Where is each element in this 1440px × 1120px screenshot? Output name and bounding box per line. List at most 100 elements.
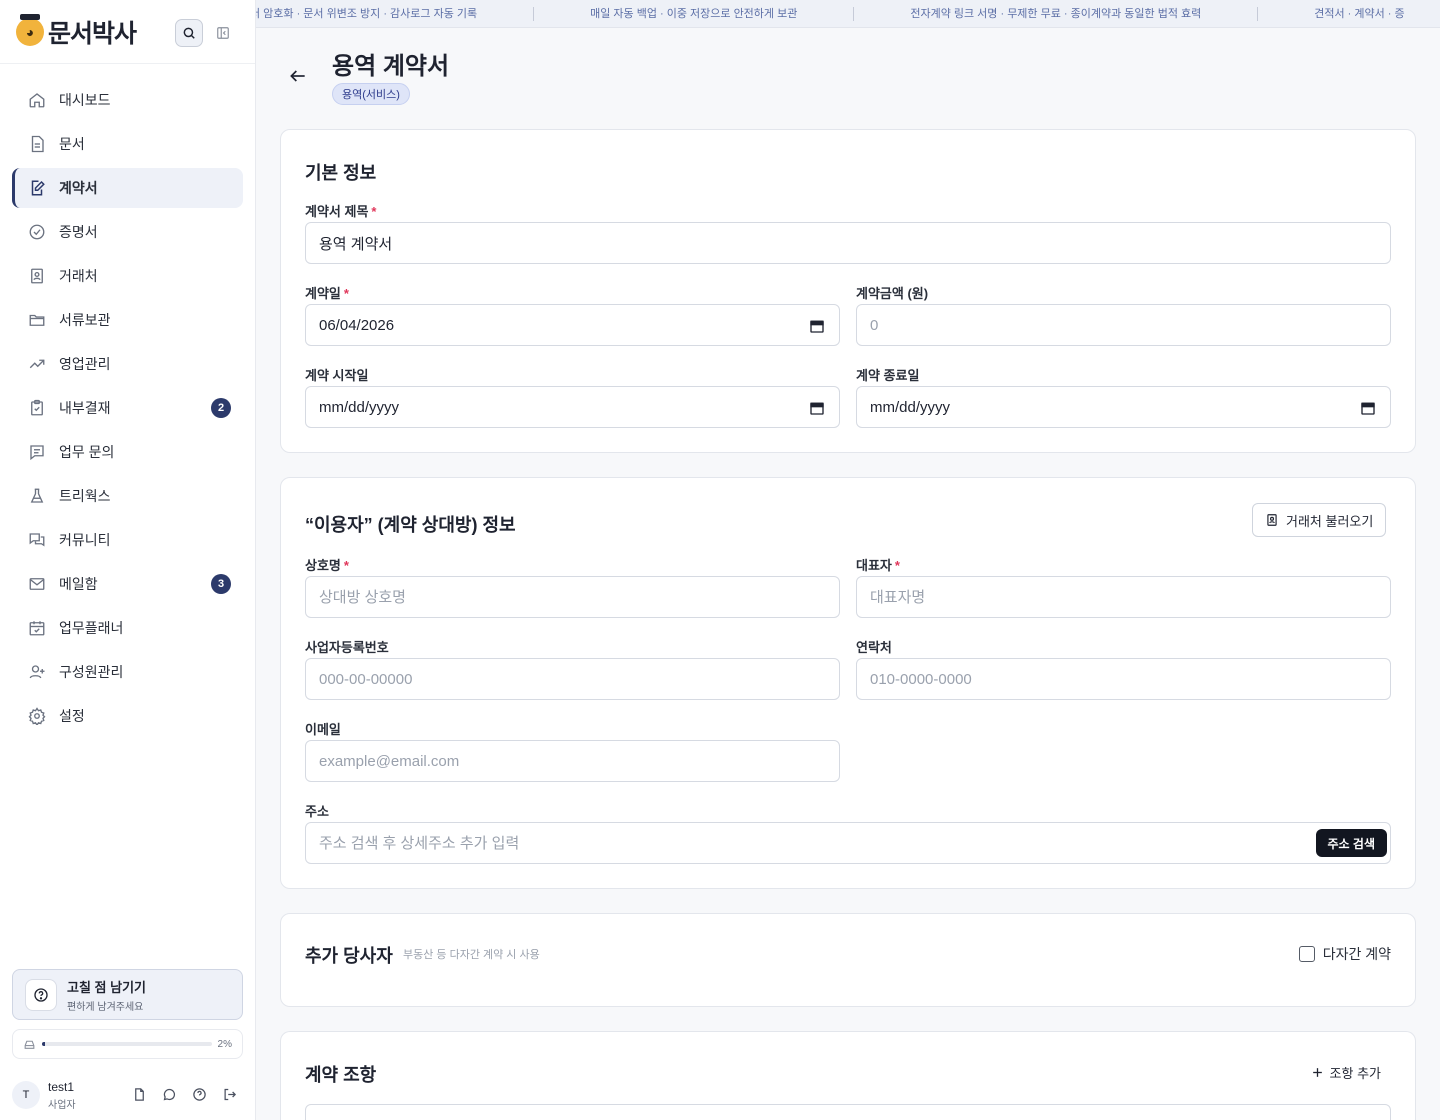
trending-up-icon bbox=[27, 354, 47, 374]
counterparty-title: “이용자” (계약 상대방) 정보 bbox=[305, 515, 516, 535]
feedback-button[interactable]: 고칠 점 남기기 편하게 남겨주세요 bbox=[12, 969, 243, 1020]
multiparty-label: 다자간 계약 bbox=[1322, 946, 1391, 962]
sidebar-item-community[interactable]: 커뮤니티 bbox=[12, 520, 243, 560]
calendar-icon[interactable] bbox=[1360, 400, 1376, 416]
sidebar-item-planner[interactable]: 업무플래너 bbox=[12, 608, 243, 648]
storage-percent: 2% bbox=[217, 1038, 232, 1050]
ticker-item: 매일 자동 백업 · 이중 저장으로 안전하게 보관 bbox=[534, 6, 855, 21]
contract-date-field[interactable]: 06/04/2026 bbox=[305, 304, 840, 346]
ceo-label: 대표자 * bbox=[856, 558, 900, 573]
ticker-item: 터 암호화 · 문서 위변조 방지 · 감사로그 자동 기록 bbox=[256, 6, 535, 21]
storage-progress-bar bbox=[42, 1042, 212, 1046]
bizno-field[interactable] bbox=[305, 658, 840, 700]
amount-field[interactable] bbox=[856, 304, 1391, 346]
sidebar-item-sales[interactable]: 영업관리 bbox=[12, 344, 243, 384]
sidebar-item-label: 구성원관리 bbox=[59, 664, 124, 680]
search-icon bbox=[183, 27, 195, 39]
storage-usage: 2% bbox=[12, 1029, 243, 1059]
multiparty-checkbox[interactable] bbox=[1298, 946, 1315, 962]
avatar[interactable]: T bbox=[12, 1081, 40, 1109]
mail-icon bbox=[27, 574, 47, 594]
load-client-button[interactable]: 거래처 불러오기 bbox=[1252, 503, 1387, 537]
add-clause-label: 조항 추가 bbox=[1329, 1066, 1381, 1081]
main-content: 용역 계약서 용역(서비스) 기본 정보 계약서 제목* 계약일* 06/04/… bbox=[256, 28, 1440, 1120]
approval-count-badge: 2 bbox=[211, 398, 231, 418]
drive-icon bbox=[24, 1040, 35, 1049]
email-label: 이메일 bbox=[305, 722, 341, 737]
contract-date-value: 06/04/2026 bbox=[319, 316, 395, 334]
email-input[interactable] bbox=[319, 752, 839, 770]
user-actions bbox=[130, 1085, 239, 1104]
additional-parties-title: 추가 당사자 bbox=[305, 946, 393, 966]
feedback-subtitle: 편하게 남겨주세요 bbox=[67, 1001, 144, 1013]
bizno-label: 사업자등록번호 bbox=[305, 640, 389, 655]
plus-icon bbox=[1312, 1068, 1322, 1077]
user-role: 사업자 bbox=[48, 1099, 76, 1111]
contract-title-input[interactable] bbox=[319, 234, 1390, 252]
back-button[interactable] bbox=[288, 66, 308, 86]
logout-icon[interactable] bbox=[220, 1085, 239, 1104]
sidebar-nav: 대시보드 문서 계약서 증명서 거래처 서류보관 영업관리 내부결재 2 업무 … bbox=[12, 80, 243, 740]
sidebar-item-label: 증명서 bbox=[59, 224, 98, 240]
message-square-icon bbox=[27, 442, 47, 462]
counterparty-card: “이용자” (계약 상대방) 정보 거래처 불러오기 상호명* 대표자* 사업자… bbox=[280, 477, 1416, 889]
sidebar-item-inquiry[interactable]: 업무 문의 bbox=[12, 432, 243, 472]
company-field[interactable] bbox=[305, 576, 840, 618]
sidebar-item-contracts[interactable]: 계약서 bbox=[12, 168, 243, 208]
sidebar-item-settings[interactable]: 설정 bbox=[12, 696, 243, 736]
address-label: 주소 bbox=[305, 804, 329, 819]
sidebar-item-label: 메일함 bbox=[59, 576, 98, 592]
chat-icon[interactable] bbox=[160, 1085, 179, 1104]
bizno-input[interactable] bbox=[319, 670, 839, 688]
sidebar-item-triworks[interactable]: 트리웍스 bbox=[12, 476, 243, 516]
sidebar-item-archive[interactable]: 서류보관 bbox=[12, 300, 243, 340]
basic-info-title: 기본 정보 bbox=[305, 163, 377, 183]
sidebar-item-documents[interactable]: 문서 bbox=[12, 124, 243, 164]
company-input[interactable] bbox=[319, 588, 839, 606]
sidebar-item-label: 업무플래너 bbox=[59, 620, 124, 636]
search-button[interactable] bbox=[175, 19, 203, 47]
sidebar-collapse-icon bbox=[217, 27, 229, 39]
start-date-label: 계약 시작일 bbox=[305, 368, 369, 383]
ceo-input[interactable] bbox=[870, 588, 1390, 606]
address-field[interactable]: 주소 검색 bbox=[305, 822, 1391, 864]
sidebar-item-mailbox[interactable]: 메일함 3 bbox=[12, 564, 243, 604]
sidebar-item-label: 대시보드 bbox=[59, 92, 111, 108]
ceo-field[interactable] bbox=[856, 576, 1391, 618]
multiparty-toggle[interactable]: 다자간 계약 bbox=[1298, 944, 1391, 964]
phone-label: 연락처 bbox=[856, 640, 892, 655]
file-icon[interactable] bbox=[130, 1085, 149, 1104]
address-search-button[interactable]: 주소 검색 bbox=[1315, 829, 1387, 857]
address-input[interactable] bbox=[319, 834, 1299, 852]
announcement-ticker: 터 암호화 · 문서 위변조 방지 · 감사로그 자동 기록 매일 자동 백업 … bbox=[256, 0, 1440, 28]
calendar-icon[interactable] bbox=[809, 318, 825, 334]
sidebar-item-certificates[interactable]: 증명서 bbox=[12, 212, 243, 252]
home-icon bbox=[27, 90, 47, 110]
contract-title-label: 계약서 제목 * bbox=[305, 204, 377, 219]
sidebar-item-approval[interactable]: 내부결재 2 bbox=[12, 388, 243, 428]
collapse-sidebar-button[interactable] bbox=[214, 24, 232, 42]
company-label: 상호명 * bbox=[305, 558, 349, 573]
calendar-check-icon bbox=[27, 618, 47, 638]
help-icon[interactable] bbox=[190, 1085, 209, 1104]
document-icon bbox=[27, 134, 47, 154]
phone-field[interactable] bbox=[856, 658, 1391, 700]
calendar-icon[interactable] bbox=[809, 400, 825, 416]
end-date-field[interactable]: mm/dd/yyyy bbox=[856, 386, 1391, 428]
sidebar-item-label: 거래처 bbox=[59, 268, 98, 284]
gear-icon bbox=[27, 706, 47, 726]
contract-date-label: 계약일 * bbox=[305, 286, 349, 301]
amount-input[interactable] bbox=[870, 316, 1390, 334]
sidebar-item-clients[interactable]: 거래처 bbox=[12, 256, 243, 296]
brand-logo-icon: ◕ bbox=[16, 13, 44, 46]
chat-bubbles-icon bbox=[27, 530, 47, 550]
sidebar-item-dashboard[interactable]: 대시보드 bbox=[12, 80, 243, 120]
add-clause-button[interactable]: 조항 추가 bbox=[1311, 1063, 1381, 1082]
clause-editor[interactable] bbox=[305, 1104, 1391, 1120]
start-date-field[interactable]: mm/dd/yyyy bbox=[305, 386, 840, 428]
phone-input[interactable] bbox=[870, 670, 1390, 688]
email-field[interactable] bbox=[305, 740, 840, 782]
contract-title-field[interactable] bbox=[305, 222, 1391, 264]
sidebar-item-members[interactable]: 구성원관리 bbox=[12, 652, 243, 692]
sidebar-item-label: 계약서 bbox=[59, 180, 98, 196]
